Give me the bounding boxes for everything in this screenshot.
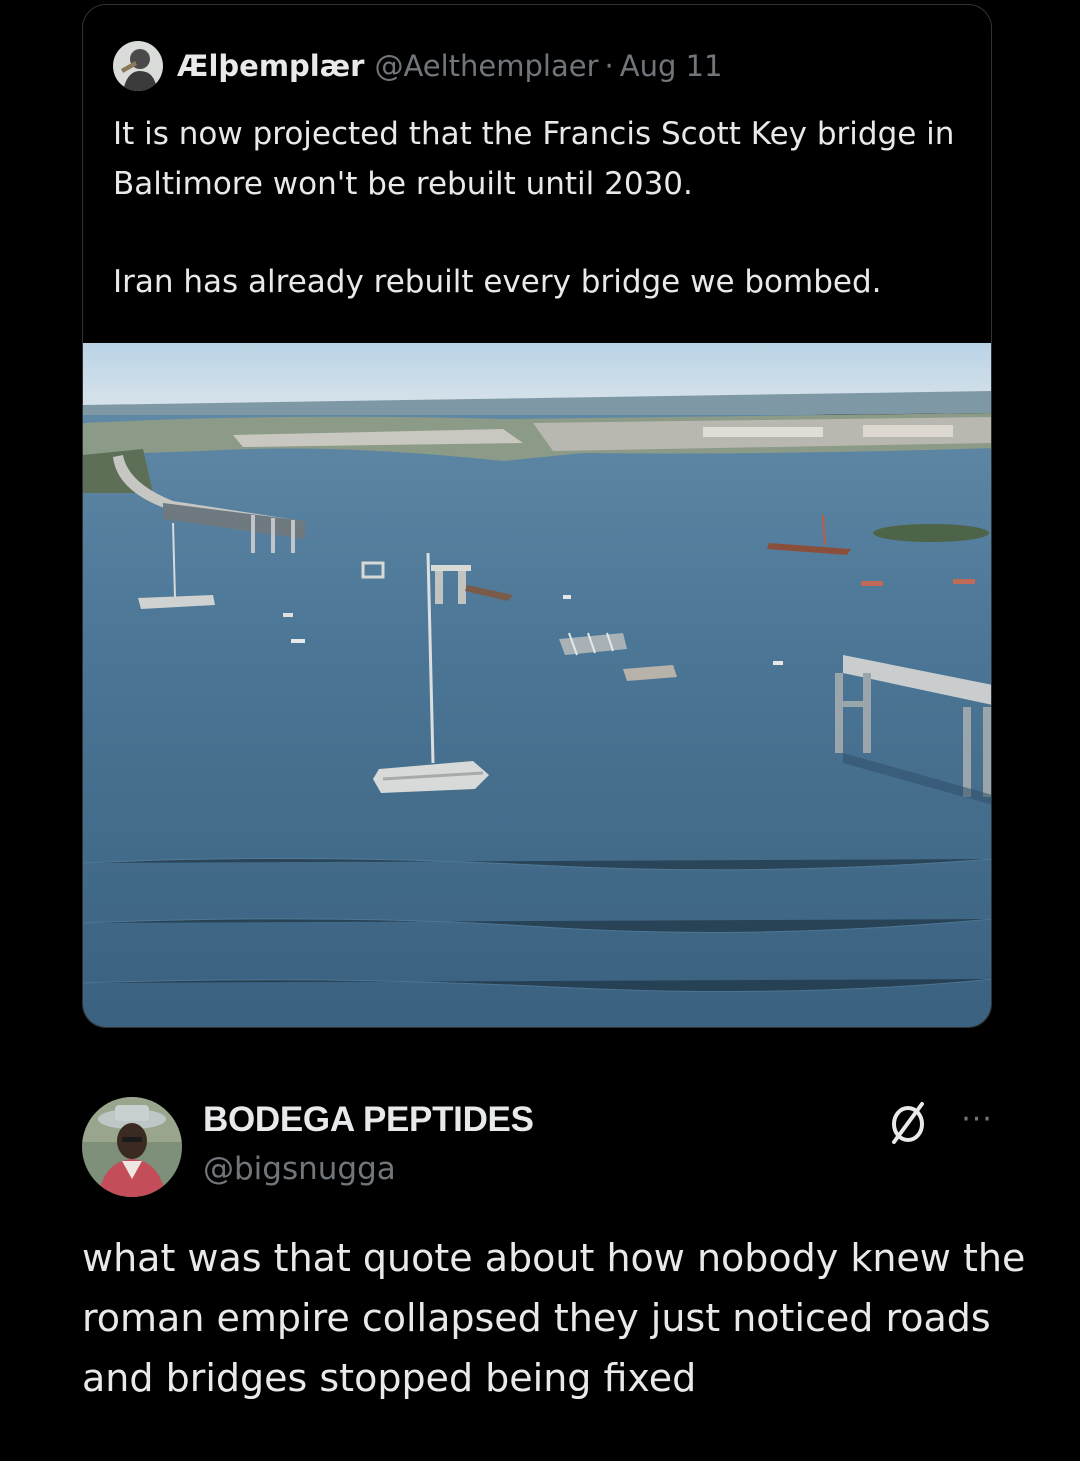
quoted-author-avatar[interactable] <box>113 41 163 91</box>
null-set-icon <box>884 1098 932 1146</box>
quoted-tweet-text: It is now projected that the Francis Sco… <box>113 109 973 307</box>
quoted-author-name[interactable]: Ælþemplær <box>177 49 364 83</box>
reply-author-avatar[interactable] <box>82 1097 182 1197</box>
more-options-icon: ··· <box>961 1102 993 1137</box>
quoted-author-handle[interactable]: @Aelthemplaer <box>374 49 598 83</box>
quoted-text-paragraph: Iran has already rebuilt every bridge we… <box>113 264 882 300</box>
reply-text: what was that quote about how nobody kne… <box>82 1236 1026 1400</box>
avatar-image <box>82 1097 182 1197</box>
meta-separator: · <box>604 49 614 83</box>
quoted-tweet-media[interactable] <box>83 343 991 1027</box>
quoted-tweet-header: Ælþemplær @Aelthemplaer · Aug 11 <box>113 41 723 91</box>
quoted-tweet-card[interactable]: Ælþemplær @Aelthemplaer · Aug 11 It is n… <box>82 4 992 1028</box>
quoted-text-paragraph: It is now projected that the Francis Sco… <box>113 116 955 202</box>
avatar-image <box>113 41 163 91</box>
aerial-photo <box>83 343 991 1027</box>
reply-author-name[interactable]: BODEGA PEPTIDES <box>203 1100 534 1140</box>
more-options-button[interactable]: ··· <box>955 1105 999 1135</box>
quoted-tweet-date[interactable]: Aug 11 <box>620 49 723 83</box>
reply-author-handle[interactable]: @bigsnugga <box>203 1151 396 1187</box>
